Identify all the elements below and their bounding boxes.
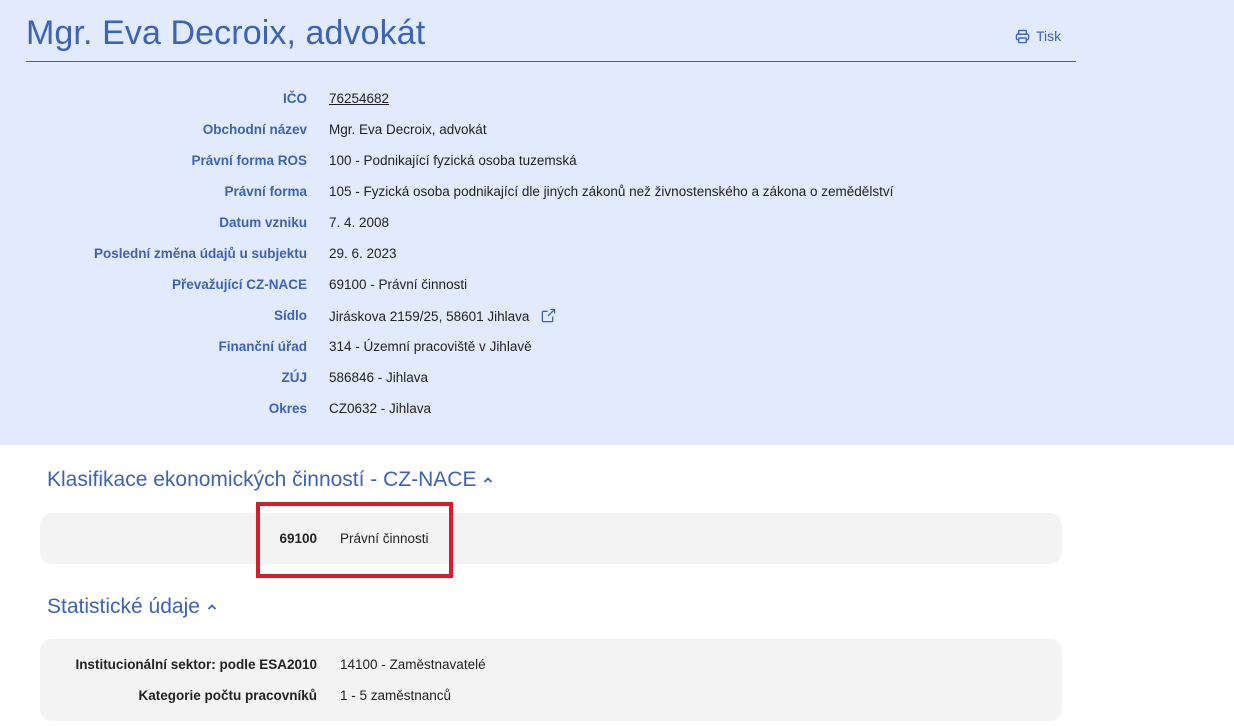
detail-row-address: Sídlo Jiráskova 2159/25, 58601 Jihlava (0, 308, 1234, 339)
detail-label: Obchodní název (202, 122, 307, 137)
printer-icon (1015, 29, 1030, 43)
detail-value: Mgr. Eva Decroix, advokát (329, 122, 487, 137)
detail-row-founded: Datum vzniku 7. 4. 2008 (0, 215, 1234, 246)
detail-label: Sídlo (274, 308, 307, 323)
detail-row-tax-office: Finanční úřad 314 - Územní pracoviště v … (0, 339, 1234, 370)
ico-link[interactable]: 76254682 (329, 91, 389, 106)
detail-label: Právní forma (224, 184, 307, 199)
detail-row-district: Okres CZ0632 - Jihlava (0, 401, 1234, 432)
nace-panel: 69100 Právní činnosti (40, 513, 1062, 564)
stats-label: Kategorie počtu pracovníků (138, 688, 317, 703)
detail-label: Datum vzniku (219, 215, 307, 230)
detail-label: ZÚJ (281, 370, 307, 385)
chevron-up-icon (484, 477, 493, 483)
chevron-up-icon (207, 604, 217, 610)
title-divider (26, 61, 1076, 62)
nace-section-toggle[interactable]: Klasifikace ekonomických činností - CZ-N… (47, 468, 494, 492)
detail-row-zuj: ZÚJ 586846 - Jihlava (0, 370, 1234, 401)
stats-value: 1 - 5 zaměstnanců (340, 688, 452, 703)
address-value: Jiráskova 2159/25, 58601 Jihlava (329, 309, 530, 324)
external-link-icon[interactable] (541, 308, 556, 323)
detail-label: Právní forma ROS (191, 153, 307, 168)
highlight-box (256, 502, 453, 578)
stats-section-toggle[interactable]: Statistické údaje (47, 595, 218, 619)
detail-row-main-nace: Převažující CZ-NACE 69100 - Právní činno… (0, 277, 1234, 308)
stats-label: Institucionální sektor: podle ESA2010 (75, 657, 317, 672)
detail-row-legal-form: Právní forma 105 - Fyzická osoba podnika… (0, 184, 1234, 215)
print-button[interactable]: Tisk (1015, 28, 1061, 44)
detail-row-last-change: Poslední změna údajů u subjektu 29. 6. 2… (0, 246, 1234, 277)
detail-label: IČO (282, 91, 307, 106)
detail-label: Poslední změna údajů u subjektu (93, 246, 307, 261)
detail-value: 314 - Územní pracoviště v Jihlavě (329, 339, 532, 354)
detail-value: 586846 - Jihlava (329, 370, 429, 385)
print-label: Tisk (1036, 28, 1062, 44)
page-title: Mgr. Eva Decroix, advokát (26, 14, 426, 52)
detail-value: CZ0632 - Jihlava (329, 401, 432, 416)
subject-header-panel: Mgr. Eva Decroix, advokát Tisk IČO 76254… (0, 0, 1234, 445)
detail-value: 100 - Podnikající fyzická osoba tuzemská (329, 153, 577, 168)
detail-value: 69100 - Právní činnosti (329, 277, 468, 292)
detail-label: Okres (268, 401, 307, 416)
stats-value: 14100 - Zaměstnavatelé (340, 657, 486, 672)
detail-value: 7. 4. 2008 (329, 215, 390, 230)
detail-value: 29. 6. 2023 (329, 246, 397, 261)
detail-value: 105 - Fyzická osoba podnikající dle jiný… (329, 184, 894, 199)
detail-label: Převažující CZ-NACE (171, 277, 307, 292)
nace-section-title: Klasifikace ekonomických činností - CZ-N… (47, 468, 477, 491)
detail-row-business-name: Obchodní název Mgr. Eva Decroix, advokát (0, 122, 1234, 153)
detail-label: Finanční úřad (218, 339, 307, 354)
detail-row-ico: IČO 76254682 (0, 91, 1234, 122)
stats-section-title: Statistické údaje (47, 595, 200, 618)
stats-panel: Institucionální sektor: podle ESA2010 14… (40, 639, 1062, 721)
detail-row-legal-form-ros: Právní forma ROS 100 - Podnikající fyzic… (0, 153, 1234, 184)
